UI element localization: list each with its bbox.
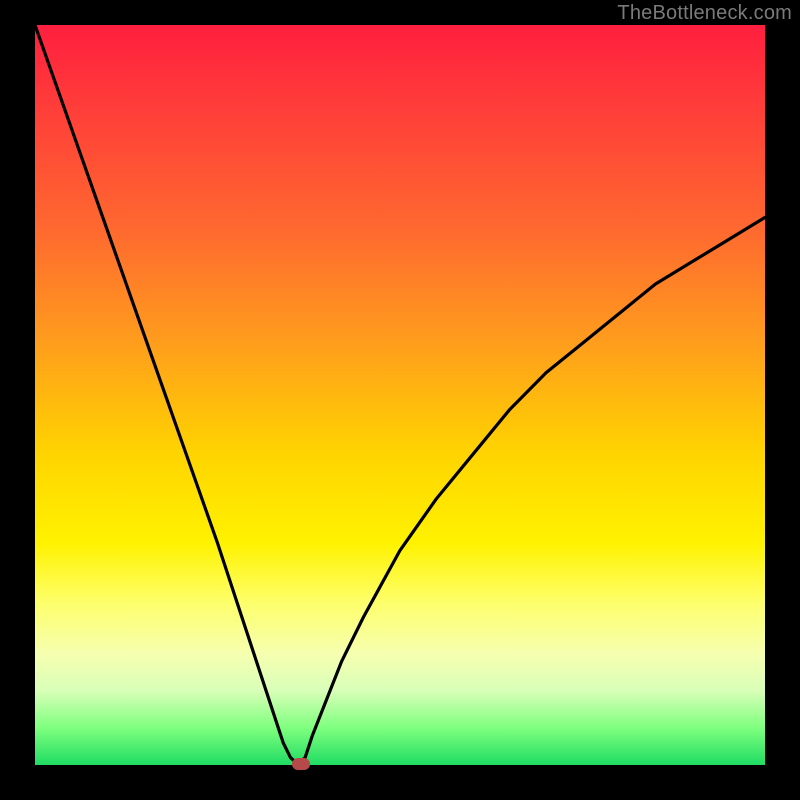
watermark-text: TheBottleneck.com [617,2,792,25]
bottleneck-curve-path [35,25,765,764]
plot-area [35,25,765,765]
optimal-point-marker [292,758,310,770]
curve-svg [35,25,765,765]
chart-frame: TheBottleneck.com [0,0,800,800]
